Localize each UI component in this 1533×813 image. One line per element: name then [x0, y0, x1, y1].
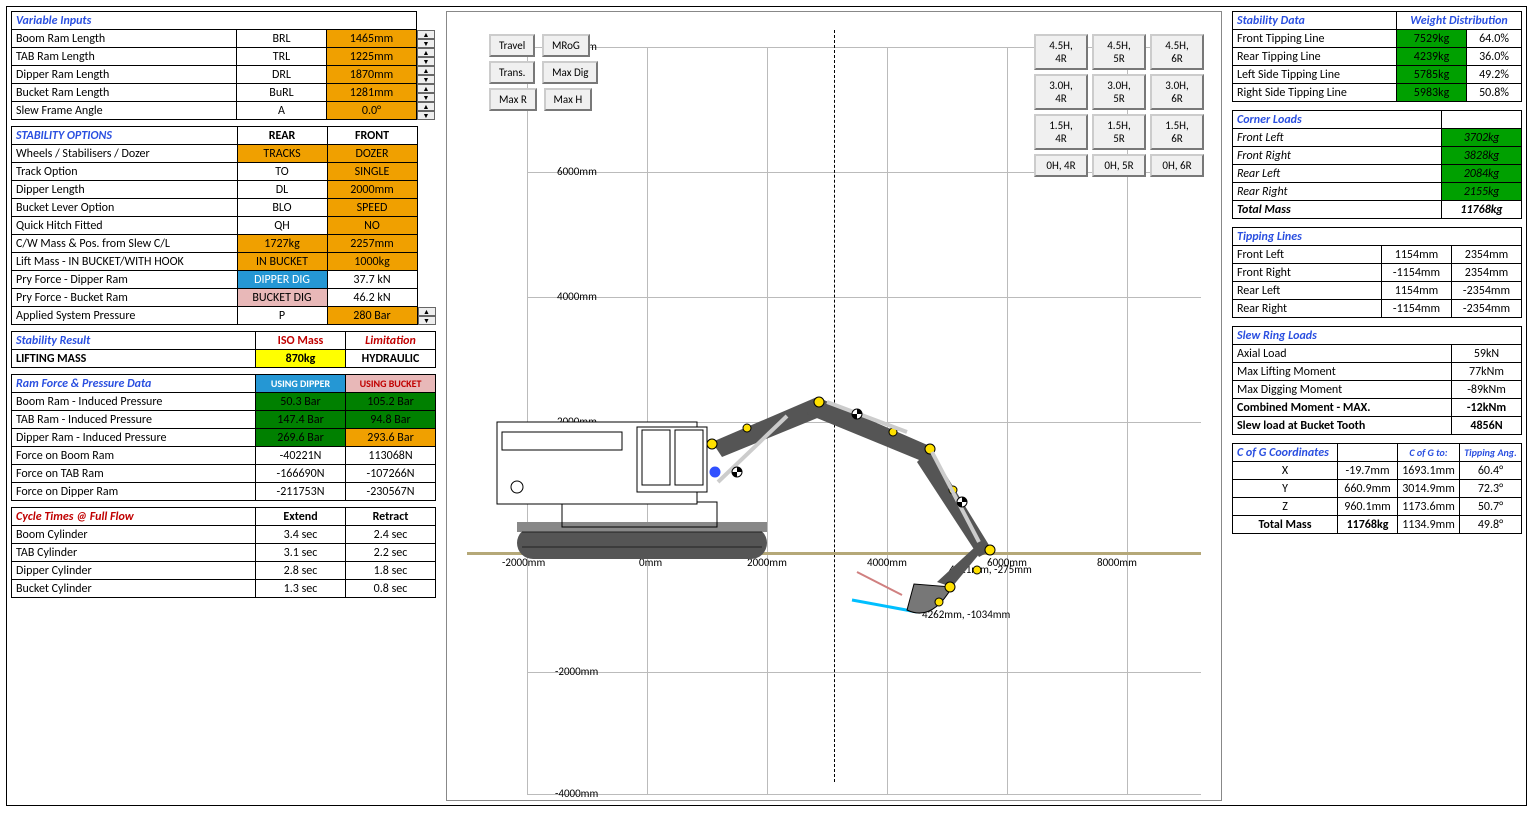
preset-buttons-right: 4.5H, 4R4.5H, 5R4.5H, 6R 3.0H, 4R3.0H, 5R…	[1032, 32, 1206, 179]
stability-result-table: Stability Result ISO Mass Limitation LIF…	[11, 331, 436, 368]
vi-label: TAB Ram Length	[12, 48, 237, 66]
preset-button[interactable]: 1.5H, 5R	[1092, 114, 1146, 150]
preset-button[interactable]: 3.0H, 6R	[1150, 74, 1204, 110]
excavator-illustration	[487, 372, 1047, 632]
vi-value[interactable]: 1870mm	[327, 66, 417, 84]
vi-label: Dipper Ram Length	[12, 66, 237, 84]
max-h-button[interactable]: Max H	[544, 88, 593, 111]
preset-button[interactable]: 0H, 6R	[1150, 154, 1204, 177]
spinner[interactable]: ▲▼	[417, 102, 435, 120]
preset-button[interactable]: 4.5H, 6R	[1150, 34, 1204, 70]
vi-value[interactable]: 1465mm	[327, 30, 417, 48]
preset-buttons-left: Travel MRoG Trans. Max Dig Max R Max H	[487, 32, 600, 113]
stability-options-table: STABILITY OPTIONS REAR FRONT Wheels / St…	[11, 126, 436, 325]
ram-force-table: Ram Force & Pressure Data USING DIPPER U…	[11, 374, 436, 501]
stability-data-table: Stability Data Weight Distribution Front…	[1232, 11, 1522, 102]
spin-up-icon: ▲	[417, 66, 435, 75]
tipping-lines-table: Tipping Lines Front Left 1154mm 2354mmFr…	[1232, 227, 1522, 318]
spin-up-icon: ▲	[417, 30, 435, 39]
slew-ring-table: Slew Ring Loads Axial Load 59kNMax Lifti…	[1232, 326, 1522, 435]
variable-inputs-table: Variable Inputs Boom Ram Length BRL 1465…	[11, 11, 436, 120]
spin-down-icon: ▼	[417, 57, 435, 66]
spin-down-icon: ▼	[417, 39, 435, 48]
max-r-button[interactable]: Max R	[489, 88, 537, 111]
spin-up-icon: ▲	[417, 48, 435, 57]
spinner[interactable]: ▲▼	[417, 30, 435, 48]
diagram-chart: 8000mm 6000mm 4000mm 2000mm -2000mm -400…	[446, 11, 1222, 801]
cog-table: C of G Coordinates C of G to: Tipping An…	[1232, 443, 1522, 534]
preset-button[interactable]: 1.5H, 6R	[1150, 114, 1204, 150]
corner-loads-table: Corner Loads Front Left 3702kgFront Righ…	[1232, 110, 1522, 219]
preset-button[interactable]: 4.5H, 4R	[1034, 34, 1088, 70]
mrog-button[interactable]: MRoG	[542, 34, 590, 57]
cycle-times-table: Cycle Times @ Full Flow Extend Retract B…	[11, 507, 436, 598]
vi-label: Bucket Ram Length	[12, 84, 237, 102]
trans-button[interactable]: Trans.	[489, 61, 535, 84]
variable-inputs-title: Variable Inputs	[12, 12, 417, 30]
preset-button[interactable]: 4.5H, 5R	[1092, 34, 1146, 70]
spinner[interactable]: ▲▼	[417, 84, 435, 102]
spin-up-icon: ▲	[417, 84, 435, 93]
preset-button[interactable]: 1.5H, 4R	[1034, 114, 1088, 150]
spin-down-icon: ▼	[417, 75, 435, 84]
vi-value[interactable]: 1281mm	[327, 84, 417, 102]
spin-down-icon: ▼	[417, 111, 435, 120]
vi-value[interactable]: 0.0°	[327, 102, 417, 120]
spin-down-icon: ▼	[418, 316, 436, 325]
spin-up-icon: ▲	[417, 102, 435, 111]
lifting-mass-value: 870kg	[256, 350, 346, 368]
preset-button[interactable]: 0H, 5R	[1092, 154, 1146, 177]
preset-button[interactable]: 3.0H, 5R	[1092, 74, 1146, 110]
spinner[interactable]: ▲▼	[417, 48, 435, 66]
max-dig-button[interactable]: Max Dig	[542, 61, 598, 84]
preset-button[interactable]: 0H, 4R	[1034, 154, 1088, 177]
vi-value[interactable]: 1225mm	[327, 48, 417, 66]
preset-button[interactable]: 3.0H, 4R	[1034, 74, 1088, 110]
spinner[interactable]: ▲▼	[418, 307, 436, 325]
vi-label: Slew Frame Angle	[12, 102, 237, 120]
spin-down-icon: ▼	[417, 93, 435, 102]
spinner[interactable]: ▲▼	[417, 66, 435, 84]
travel-button[interactable]: Travel	[489, 34, 535, 57]
spin-up-icon: ▲	[418, 307, 436, 316]
vi-label: Boom Ram Length	[12, 30, 237, 48]
